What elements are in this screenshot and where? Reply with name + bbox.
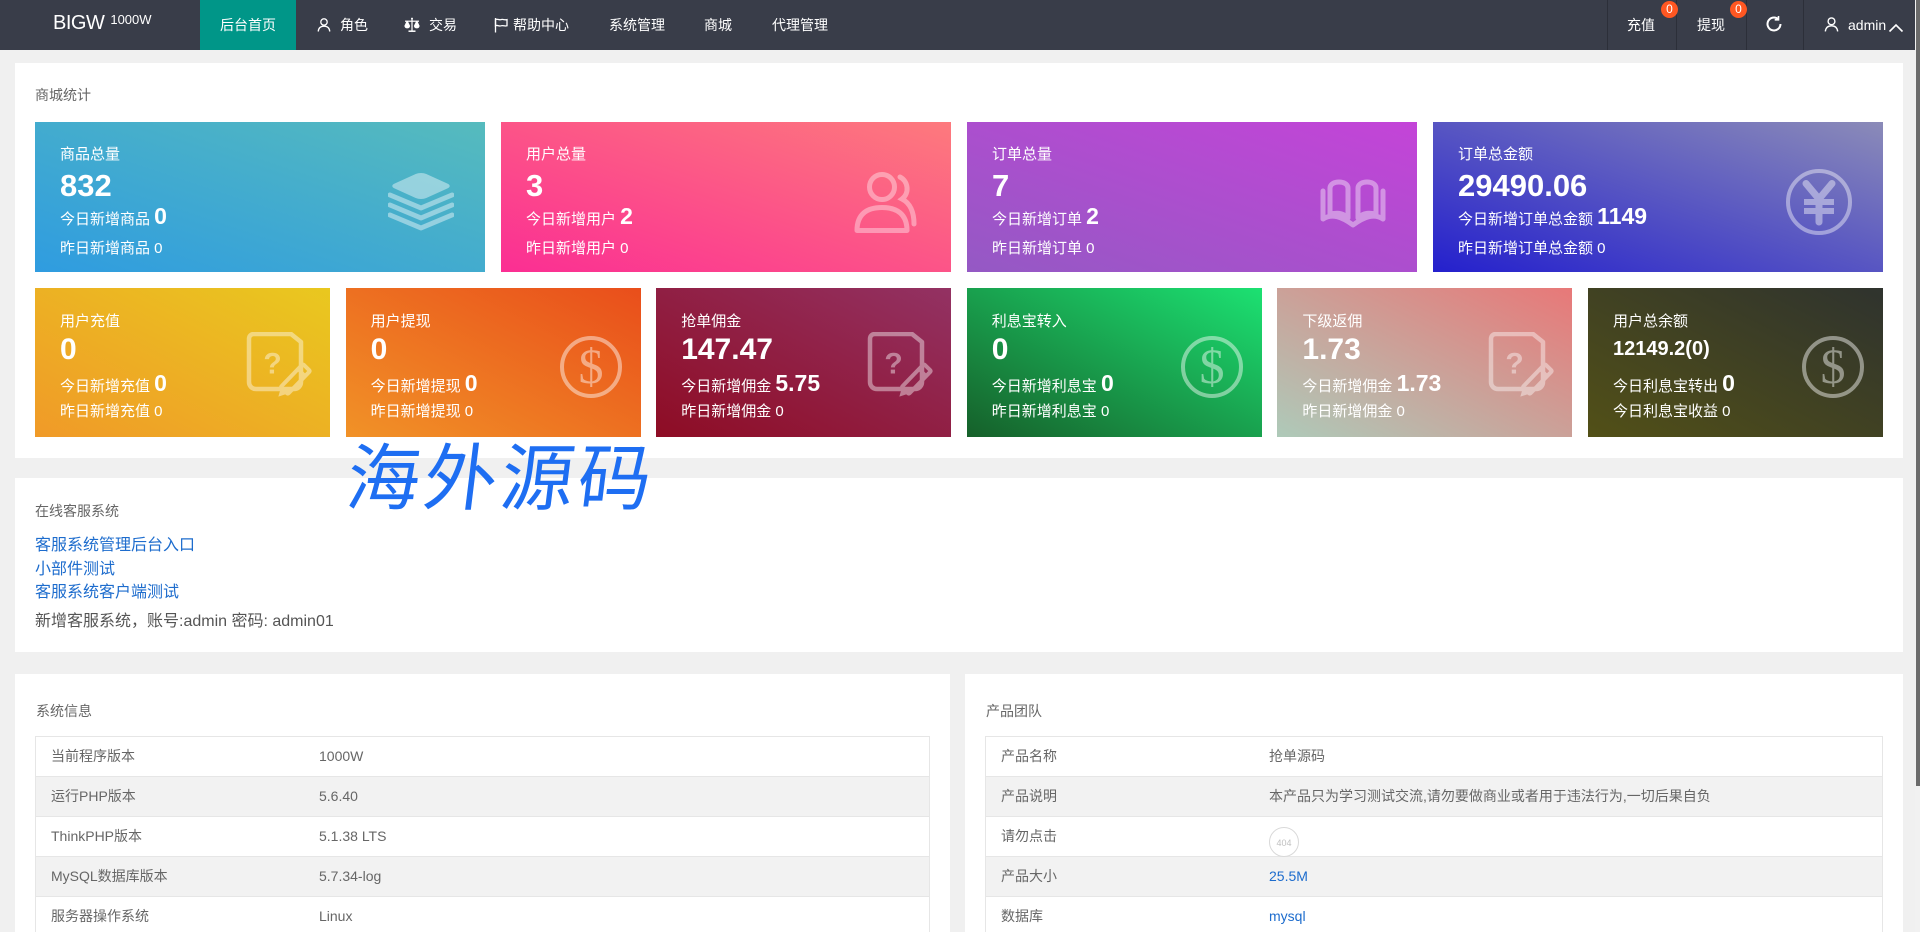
svg-text:$: $ <box>578 338 603 394</box>
svg-text:$: $ <box>1199 338 1224 394</box>
svg-text:?: ? <box>885 348 903 381</box>
svg-text:?: ? <box>263 348 281 381</box>
svg-text:?: ? <box>1506 348 1524 381</box>
svg-text:$: $ <box>1821 338 1846 394</box>
